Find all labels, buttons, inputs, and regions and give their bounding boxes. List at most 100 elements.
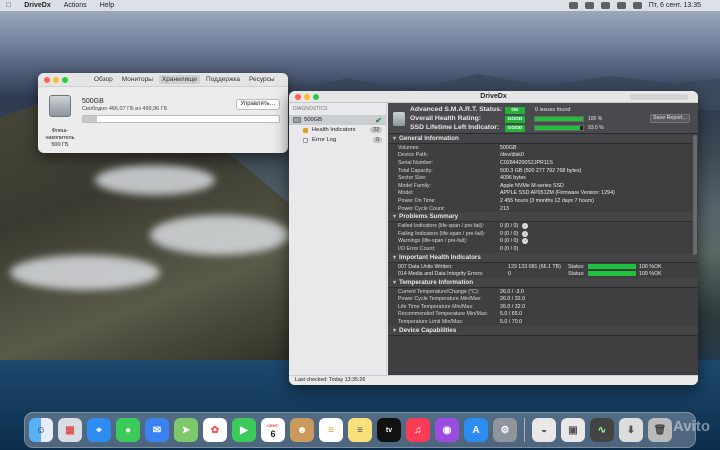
wifi-icon[interactable] [600, 2, 610, 9]
lifetime-left-value: 93.0 % [588, 125, 604, 131]
info-key: Volumes: [398, 144, 420, 151]
health-indicator-row[interactable]: 007 Data Units Written: 129 133 081 (66.1… [392, 263, 694, 271]
info-value: 0 (0 / 0) [500, 223, 519, 230]
sidebar: DIAGNOSTICS 500GB ✔ Health Indicators 22… [289, 103, 387, 375]
apple-menu-icon[interactable]:  [6, 2, 11, 9]
status-badge: GOOD [505, 116, 525, 123]
indicator-ok: OK [654, 271, 662, 278]
flag-icon[interactable] [568, 2, 578, 9]
search-icon[interactable] [616, 2, 626, 9]
drivedx-titlebar: DriveDx [289, 91, 698, 103]
drivedx-icon[interactable]: ▣ [561, 418, 585, 442]
facetime-icon[interactable]: ▶ [232, 418, 256, 442]
health-rating-bar [534, 116, 584, 122]
info-value: 0 (0 / 0) [500, 230, 519, 237]
details-arrow-icon[interactable]: › [522, 223, 529, 230]
mail-icon[interactable]: ✉ [145, 418, 169, 442]
photos-icon[interactable]: ✿ [203, 418, 227, 442]
section-header[interactable]: General Information [388, 134, 698, 144]
sidebar-drive-label: 500GB [304, 117, 323, 123]
info-key: Model Family: [398, 182, 431, 189]
notes-icon[interactable]: ≡ [348, 418, 372, 442]
sidebar-item-drive[interactable]: 500GB ✔ [289, 115, 386, 125]
scrollbar[interactable] [693, 135, 697, 255]
health-indicators-icon [303, 127, 308, 133]
info-row: Power Cycle Temperature Min/Max: 26.0 / 3… [392, 296, 694, 304]
music-icon[interactable]: ♫ [406, 418, 430, 442]
tv-icon[interactable]: tv [377, 418, 401, 442]
info-value: 5.0 / 65.0 [500, 311, 523, 318]
info-value: 2 455 hours (3 months 12 days 7 hours) [500, 197, 594, 204]
battery-icon[interactable] [584, 2, 594, 9]
problems-summary-section: Problems Summary Failed Indicators (life… [388, 212, 698, 252]
lifetime-left-fill [535, 126, 580, 130]
contacts-icon[interactable]: ☻ [290, 418, 314, 442]
section-header[interactable]: Device Capabilities [388, 325, 698, 336]
menu-actions[interactable]: Actions [64, 2, 87, 9]
calendar-icon[interactable]: СЕНТ. 6 [261, 418, 285, 442]
menu-clock[interactable]: Пт, 6 сент. 13:35 [649, 2, 701, 9]
control-center-icon[interactable] [632, 2, 642, 9]
section-header[interactable]: Temperature Information [388, 277, 698, 288]
safari-icon[interactable]: ⌖ [87, 418, 111, 442]
tab-monitors[interactable]: Мониторы [119, 75, 156, 84]
calendar-day: 6 [270, 429, 276, 439]
sidebar-item-label: Health Indicators [312, 127, 356, 133]
info-row: Current Temperature/Change (°C): 26.0 / -… [392, 288, 694, 296]
watermark: Avito [673, 418, 710, 435]
info-key: Current Temperature/Change (°C): [398, 288, 480, 295]
minimize-button[interactable] [53, 76, 59, 83]
indicator-status-label: Status: [568, 263, 585, 270]
save-report-button[interactable]: Save Report... [650, 114, 690, 123]
settings-icon[interactable]: ⚙ [493, 418, 517, 442]
menu-help[interactable]: Help [100, 2, 114, 9]
tab-storage[interactable]: Хранилище [158, 75, 201, 84]
disk-utility-icon[interactable]: ◒ [532, 418, 556, 442]
health-rating-value: 100 % [588, 116, 603, 122]
status-badge: GOOD [505, 125, 525, 132]
section-header[interactable]: Problems Summary [388, 212, 698, 223]
sidebar-header: DIAGNOSTICS [293, 106, 328, 112]
indicator-percent: 100 % [639, 263, 655, 270]
downloads-folder-icon[interactable]: ⬇ [619, 418, 643, 442]
details-arrow-icon[interactable]: › [522, 238, 529, 245]
reminders-icon[interactable]: ≡ [319, 418, 343, 442]
sidebar-item-error-log[interactable]: Error Log 0 [289, 135, 386, 145]
appstore-icon[interactable]: A [464, 418, 488, 442]
sidebar-item-count: 0 [373, 137, 382, 143]
storage-usage-fill [83, 116, 97, 122]
sidebar-item-health-indicators[interactable]: Health Indicators 22 [289, 125, 386, 135]
launchpad-icon[interactable]: ▦ [58, 418, 82, 442]
zoom-button[interactable] [62, 76, 68, 83]
maps-icon[interactable]: ➤ [174, 418, 198, 442]
close-button[interactable] [44, 76, 50, 83]
podcasts-icon[interactable]: ◉ [435, 418, 459, 442]
tab-resources[interactable]: Ресурсы [246, 75, 278, 84]
trash-icon[interactable]: 🗑 [648, 418, 672, 442]
manage-button[interactable]: Управлять… [236, 99, 280, 110]
details-arrow-icon[interactable]: › [522, 230, 529, 237]
dock: ☺ ▦ ⌖ ● ✉ ➤ ✿ ▶ СЕНТ. 6 ☻ ≡ ≡ tv ♫ ◉ A ⚙… [24, 412, 696, 448]
menu-app-name[interactable]: DriveDx [24, 2, 50, 9]
info-key: Failing Indicators (life-span / pre-fail… [398, 230, 486, 237]
drivedx-window: DriveDx DIAGNOSTICS 500GB ✔ Health Indic… [289, 91, 698, 385]
storage-window-titlebar: Обзор Мониторы Хранилище Поддержка Ресур… [38, 73, 288, 87]
section-header[interactable]: Important Health Indicators [388, 252, 698, 263]
tab-support[interactable]: Поддержка [203, 75, 243, 84]
info-row: I/O Error Count: 0 (0 / 0) [392, 245, 694, 253]
disk-type-label: Флеш-накопитель 500 ГБ [45, 128, 75, 148]
temperature-section: Temperature Information Current Temperat… [388, 277, 698, 326]
health-rating-fill [535, 117, 583, 121]
activity-monitor-icon[interactable]: ∿ [590, 418, 614, 442]
health-indicator-row[interactable]: 014 Media and Data Integrity Errors: 0 Sta… [392, 270, 694, 278]
info-row: Power Cycle Count: 213 [392, 205, 694, 213]
messages-icon[interactable]: ● [116, 418, 140, 442]
indicator-name: 007 Data Units Written: [398, 263, 453, 270]
indicator-status-label: Status: [568, 271, 585, 278]
smart-status-label: Advanced S.M.A.R.T. Status: [410, 106, 503, 113]
indicator-ok: OK [654, 263, 662, 270]
finder-icon[interactable]: ☺ [29, 418, 53, 442]
tab-overview[interactable]: Обзор [91, 75, 116, 84]
info-value: 0 (0 / 0) [500, 238, 519, 245]
toolbar-menu[interactable] [630, 94, 688, 100]
